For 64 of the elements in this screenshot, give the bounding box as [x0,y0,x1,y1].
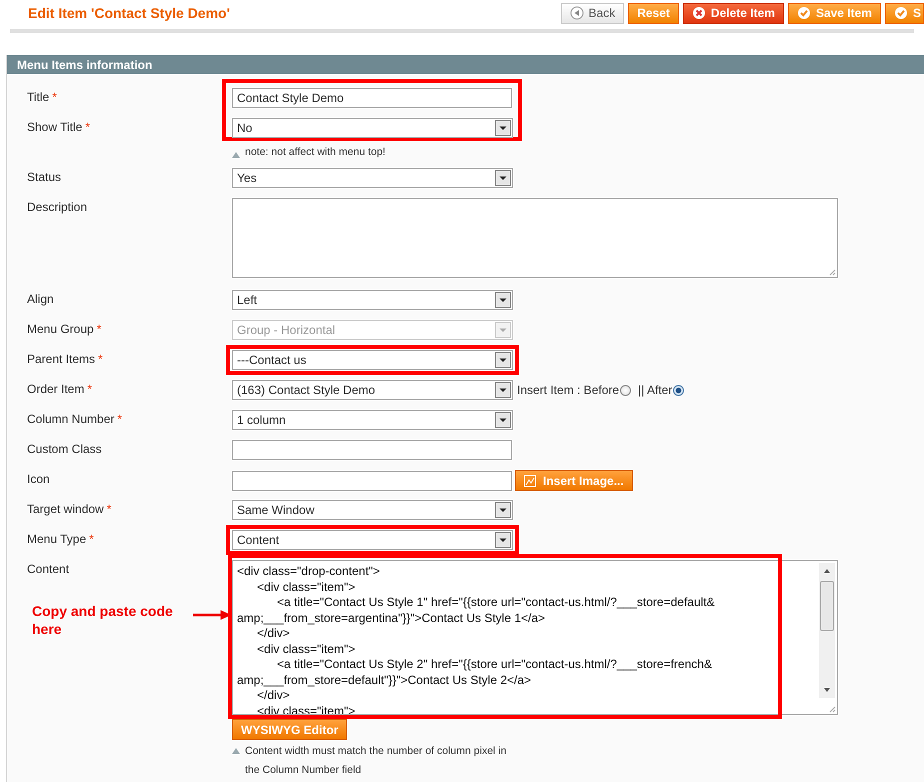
dropdown[interactable]: ---Contact us [232,350,513,370]
close-circle-icon [692,6,706,20]
dropdown[interactable]: Yes [232,168,513,188]
code-line: amp;___from_store=argentina"}}">Contact Us Style 1</a> [237,610,546,626]
dropdown[interactable]: 1 column [232,410,513,430]
required-mark: * [52,90,57,104]
back-icon [570,6,584,20]
code-line: </div> [256,626,291,642]
check-circle-icon [796,6,811,20]
field-label: Menu Group [27,322,94,336]
required-mark: * [117,412,122,426]
note-text: Content width must match the number of column pixel in the Column Number field [245,744,508,778]
required-mark: * [106,502,112,516]
field-label: Title [27,90,50,104]
text-field[interactable]: Contact Style Demo [232,88,512,108]
note-icon [232,152,240,158]
dropdown[interactable]: No [232,118,513,138]
field-label: Icon [27,472,50,486]
code-line: amp;___from_store=default"}}">Contact Us Style 2</a> [237,672,532,688]
dropdown[interactable]: Left [232,290,513,310]
field-label: Align [27,292,54,306]
dropdown[interactable]: Content [232,530,513,550]
field-label: Order Item [27,382,84,396]
code-line: <div class="item"> [256,642,356,657]
resize-grip-icon [828,705,836,713]
required-mark: * [85,120,90,134]
image-icon [524,474,536,486]
field-label: Content [27,562,70,576]
section-header: Menu Items information [7,55,924,74]
required-mark: * [87,382,92,396]
field-label: Status [27,170,62,184]
dropdown[interactable]: (163) Contact Style Demo [232,380,513,400]
back-button[interactable]: Back [560,2,624,24]
delete-button[interactable]: Delete Item [682,2,784,24]
field-label: Menu Type [27,532,86,546]
field-label: Show Title [27,120,82,134]
field-label: Column Number [27,412,114,426]
code-line: <a title="Contact Us Style 1" href="{{store url="contact-us.html/?___store=default& [276,595,716,610]
field-label: Parent Items [27,352,96,366]
annotation-text: Copy and paste code here [32,602,174,638]
code-line: <a title="Contact Us Style 2" href="{{store url="contact-us.html/?___store=french& [276,657,713,672]
resize-grip-icon [828,268,836,276]
page-title: Edit Item 'Contact Style Demo' [28,5,230,21]
radio-button[interactable] [673,384,684,396]
check-circle-icon [894,6,908,20]
required-mark: * [96,322,102,336]
text-field[interactable] [232,440,512,460]
code-line: </div> [256,688,291,704]
radio-button[interactable] [620,384,632,396]
note-icon [232,748,240,754]
field-label: Description [27,200,88,214]
description-field[interactable] [232,198,838,278]
required-mark: * [89,532,94,546]
dropdown[interactable]: Same Window [232,500,513,520]
field-label: Target window [27,502,104,516]
scrollbar[interactable] [819,563,835,698]
radio-label: || After [638,383,672,397]
code-line: <div class="drop-content"> [237,564,381,580]
field-label: Custom Class [27,442,102,456]
required-mark: * [98,352,103,366]
note-text: note: not affect with menu top! [245,146,386,158]
code-line: <div class="item"> [256,580,356,595]
text-field[interactable] [232,470,512,490]
radio-label: Insert Item : Before [517,383,620,397]
